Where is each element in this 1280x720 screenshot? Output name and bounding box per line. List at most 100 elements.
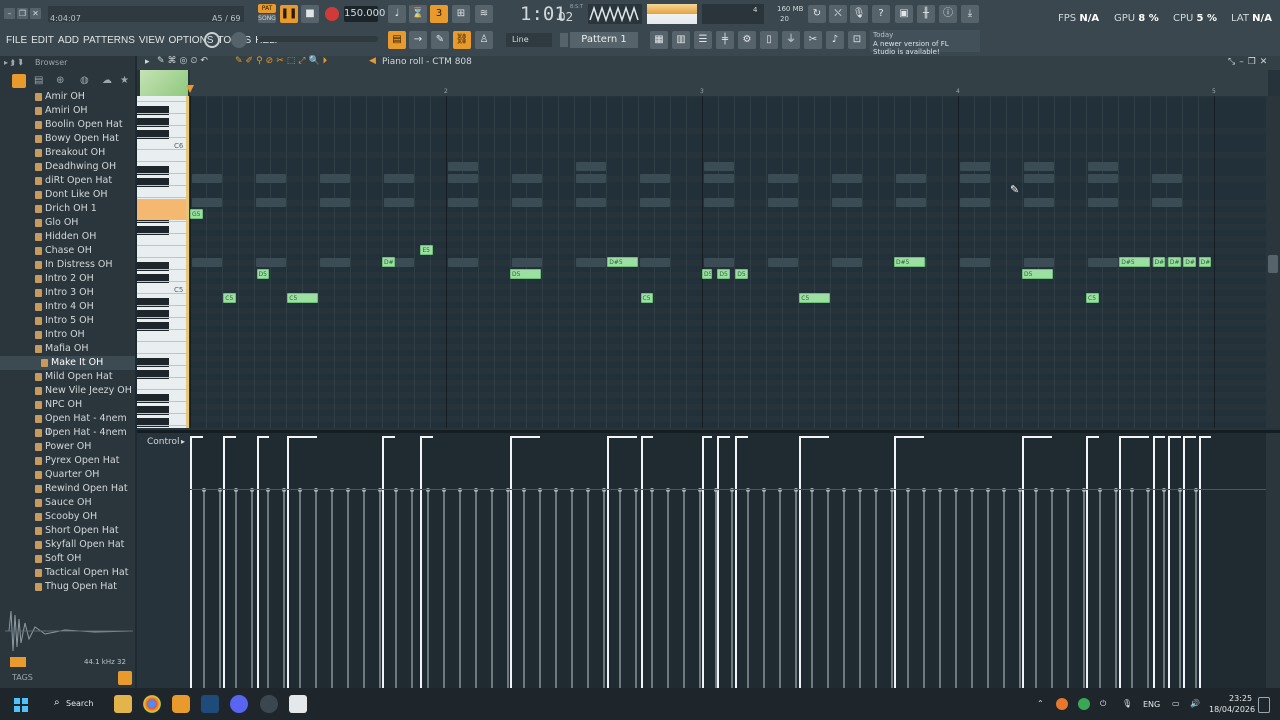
record-button[interactable] bbox=[325, 7, 339, 21]
time-ruler[interactable]: 2 3 4 5 bbox=[190, 70, 1268, 96]
browser-item[interactable]: Bowy Open Hat bbox=[0, 132, 135, 146]
velocity-handle[interactable] bbox=[287, 436, 318, 438]
tray-network-icon[interactable]: ▭ bbox=[1172, 699, 1180, 708]
download-icon[interactable]: ⤓ bbox=[961, 5, 979, 23]
browser-nav-arrows[interactable]: ▸ ⮭ ⮯ bbox=[4, 58, 23, 68]
pattern-prev-arrow[interactable] bbox=[560, 33, 568, 47]
velocity-bar[interactable] bbox=[382, 437, 384, 688]
star-icon[interactable]: ★ bbox=[120, 75, 129, 86]
midi-note[interactable]: G5 bbox=[190, 209, 203, 219]
minimize-icon[interactable]: – bbox=[4, 8, 15, 19]
velocity-bar[interactable] bbox=[1152, 437, 1155, 688]
midi-note[interactable]: D#5 bbox=[894, 257, 925, 267]
browser-item[interactable]: Intro 3 OH bbox=[0, 286, 135, 300]
velocity-bar[interactable] bbox=[1198, 437, 1201, 688]
wait-icon[interactable]: ⌛ bbox=[409, 5, 427, 23]
velocity-handle[interactable] bbox=[702, 436, 712, 438]
velocity-bar[interactable] bbox=[1183, 437, 1186, 688]
tray-volume-icon[interactable]: 🔊 bbox=[1190, 699, 1200, 708]
midi-note[interactable]: D5 bbox=[717, 269, 731, 279]
countdown-icon[interactable]: 3 bbox=[430, 5, 448, 23]
velocity-bar[interactable] bbox=[1119, 437, 1122, 688]
taskbar-search[interactable]: ⌕ Search bbox=[42, 694, 104, 714]
browser-item[interactable]: Amiri OH bbox=[0, 104, 135, 118]
velocity-handle[interactable] bbox=[717, 436, 731, 438]
midi-note[interactable]: D5 bbox=[510, 269, 541, 279]
velocity-bar[interactable] bbox=[799, 437, 802, 688]
tools-icon[interactable]: ✂ bbox=[804, 31, 822, 49]
plugins-icon[interactable]: ◍ bbox=[80, 75, 89, 86]
midi-note[interactable]: C5 bbox=[287, 293, 318, 303]
cloud-icon[interactable]: ☁ bbox=[102, 75, 112, 86]
browser-item[interactable]: Tactical Open Hat bbox=[0, 566, 135, 580]
browser-item[interactable]: Skyfall Open Hat bbox=[0, 538, 135, 552]
midi-note[interactable]: D5 bbox=[1022, 269, 1053, 279]
blend-notes-icon[interactable]: ≋ bbox=[475, 5, 493, 23]
tray-app-icon[interactable] bbox=[1056, 698, 1068, 710]
pattern-mode-toggle[interactable]: PAT bbox=[258, 4, 276, 13]
windows-start-icon[interactable] bbox=[14, 697, 28, 712]
midi-note[interactable]: C5 bbox=[799, 293, 830, 303]
piano-roll-icon[interactable]: ▥ bbox=[672, 31, 690, 49]
velocity-lane[interactable] bbox=[190, 433, 1266, 688]
velocity-bar[interactable] bbox=[735, 437, 738, 688]
browser-item[interactable]: Amir OH bbox=[0, 90, 135, 104]
velocity-handle[interactable] bbox=[382, 436, 395, 438]
language-indicator[interactable]: ENG bbox=[1143, 700, 1160, 709]
velocity-handle[interactable] bbox=[1152, 436, 1166, 438]
midi-note[interactable]: D#5 bbox=[1167, 257, 1181, 267]
save-icon[interactable]: ▣ bbox=[895, 5, 913, 23]
browser-item[interactable]: Intro 2 OH bbox=[0, 272, 135, 286]
velocity-handle[interactable] bbox=[894, 436, 924, 438]
vertical-scroll-thumb[interactable] bbox=[1268, 255, 1278, 273]
midi-note[interactable]: D#5 bbox=[607, 257, 638, 267]
browser-item[interactable]: Make It OH bbox=[0, 356, 135, 370]
mixer-view-icon[interactable]: ╪ bbox=[716, 31, 734, 49]
browser-item[interactable]: Short Open Hat bbox=[0, 524, 135, 538]
pause-button[interactable]: ❚❚ bbox=[280, 5, 298, 23]
capcut-icon[interactable] bbox=[289, 695, 307, 713]
taskbar-date[interactable]: 18/04/2026 bbox=[1209, 705, 1255, 714]
browser-item[interactable]: Breakout OH bbox=[0, 146, 135, 160]
song-mode-toggle[interactable]: SONG bbox=[258, 14, 276, 23]
restore-icon[interactable]: ❐ bbox=[17, 8, 28, 19]
velocity-handle[interactable] bbox=[190, 436, 203, 438]
all-files-icon[interactable] bbox=[12, 74, 26, 88]
link-icon[interactable]: ⛓ bbox=[453, 31, 471, 49]
browser-item[interactable]: Power OH bbox=[0, 440, 135, 454]
snap-select[interactable]: Line bbox=[506, 33, 552, 47]
panic-icon[interactable]: ⛌ bbox=[829, 5, 847, 23]
velocity-bar[interactable] bbox=[640, 437, 643, 688]
velocity-bar[interactable] bbox=[190, 437, 192, 688]
browser-item[interactable]: Mafia OH bbox=[0, 342, 135, 356]
notification-icon[interactable] bbox=[1258, 697, 1270, 713]
midi-note[interactable]: C5 bbox=[1086, 293, 1099, 303]
midi-note[interactable]: D5 bbox=[735, 269, 749, 279]
browser-item[interactable]: Intro 4 OH bbox=[0, 300, 135, 314]
tray-usb-icon[interactable]: ⏻ bbox=[1100, 699, 1106, 709]
channel-rack-icon[interactable]: ▦ bbox=[650, 31, 668, 49]
menu-view[interactable]: VIEW bbox=[139, 35, 165, 46]
velocity-handle[interactable] bbox=[1183, 436, 1197, 438]
info-icon[interactable]: ⓘ bbox=[939, 5, 957, 23]
playlist-icon[interactable]: ▤ bbox=[388, 31, 406, 49]
help-icon[interactable]: ? bbox=[872, 5, 890, 23]
velocity-bar[interactable] bbox=[1086, 437, 1088, 688]
velocity-bar[interactable] bbox=[717, 437, 720, 688]
preview-play-icon[interactable] bbox=[10, 657, 26, 667]
browser-item[interactable]: Boolin Open Hat bbox=[0, 118, 135, 132]
browser-item[interactable]: Open Hat - 4nem bbox=[0, 426, 135, 440]
pattern-selector[interactable]: Pattern 1 bbox=[570, 32, 638, 48]
velocity-bar[interactable] bbox=[1167, 437, 1170, 688]
midi-note[interactable]: D#5 bbox=[1152, 257, 1166, 267]
velocity-handle[interactable] bbox=[223, 436, 237, 438]
browser-item[interactable]: Glo OH bbox=[0, 216, 135, 230]
velocity-handle[interactable] bbox=[1167, 436, 1181, 438]
control-lane-scrollbar[interactable] bbox=[1266, 433, 1280, 688]
midi-note[interactable]: D#5 bbox=[1198, 257, 1212, 267]
velocity-bar[interactable] bbox=[287, 437, 290, 688]
browser-item[interactable]: diRt Open Hat bbox=[0, 174, 135, 188]
control-lane-arrow[interactable]: ▸ bbox=[181, 437, 185, 446]
velocity-handle[interactable] bbox=[607, 436, 638, 438]
velocity-bar[interactable] bbox=[420, 437, 423, 688]
